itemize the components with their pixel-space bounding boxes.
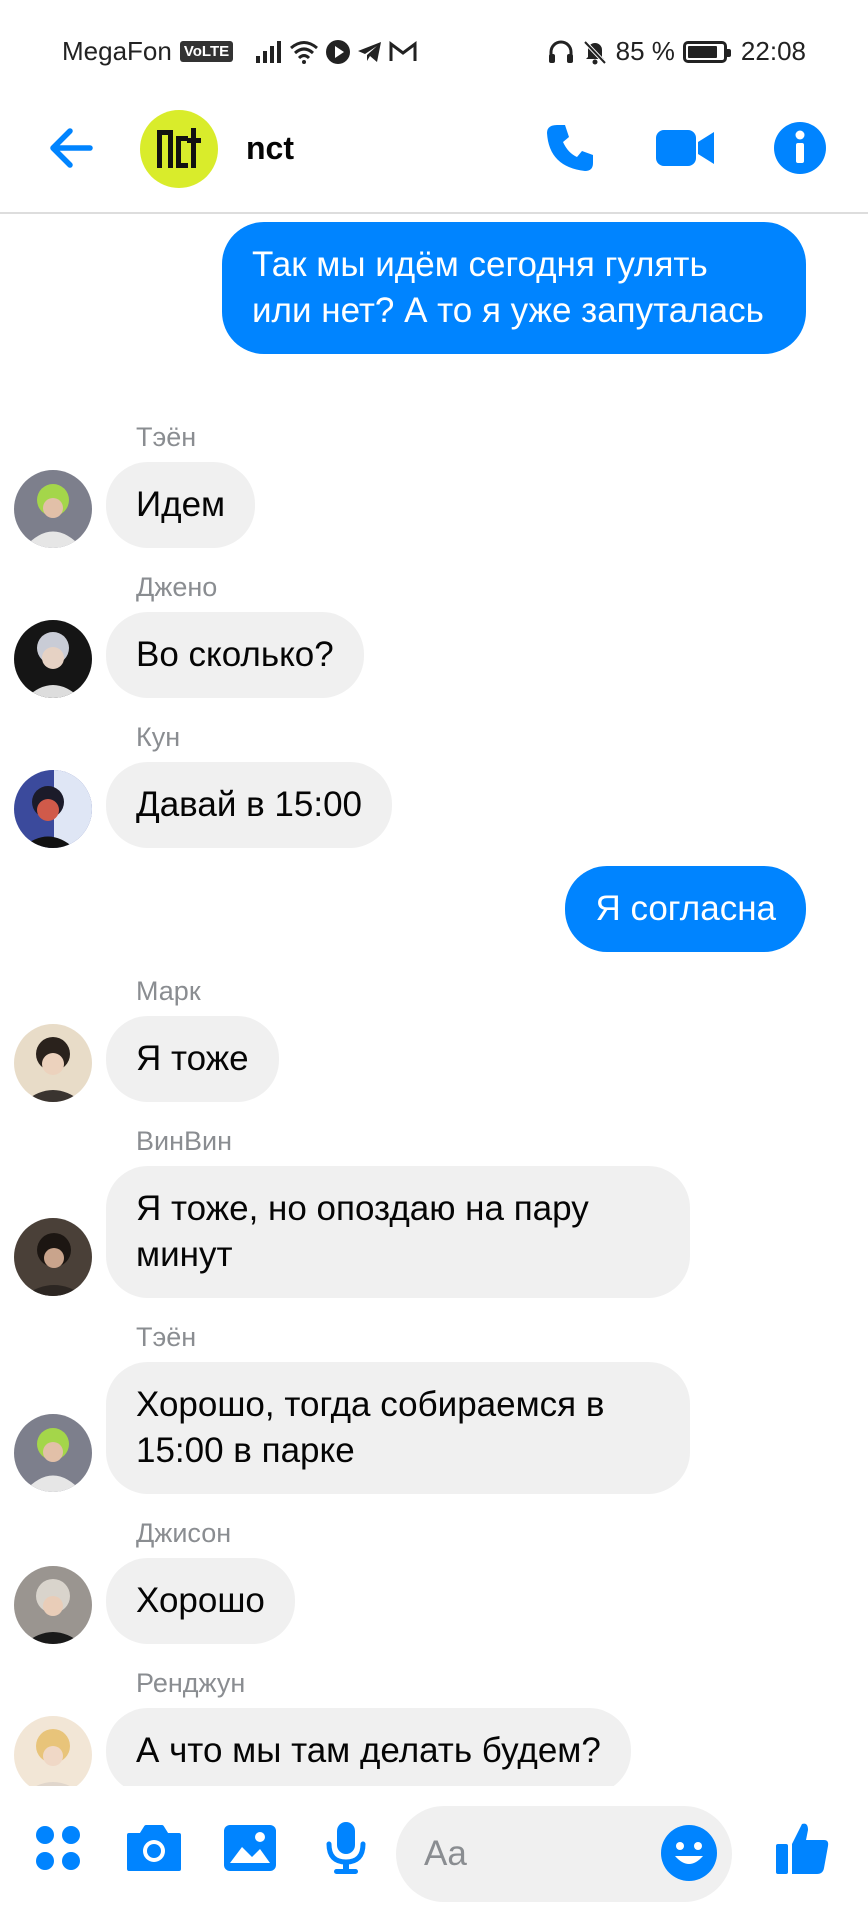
incoming-message[interactable]: Давай в 15:00 [106,762,393,848]
incoming-message[interactable]: Во сколько? [106,612,364,698]
avatar[interactable] [14,1218,92,1296]
play-icon [326,39,351,64]
microphone-icon [326,1822,366,1874]
volte-badge: VoLTE [179,41,234,62]
status-bar: MegaFon VoLTE 85 % 22:08 [0,0,868,100]
avatar[interactable] [14,470,92,548]
signal-icon [256,40,282,63]
composer-bar: Aa [0,1786,868,1920]
carrier-name: MegaFon [62,36,172,66]
headphones-icon [548,40,573,63]
info-button[interactable] [770,118,830,178]
message-list[interactable]: Так мы идём сегодня гулять или нет? А то… [0,214,868,1786]
avatar[interactable] [14,1024,92,1102]
sender-name: Джено [136,572,218,602]
battery-percent: 85 % [615,36,675,66]
like-button[interactable] [770,1816,834,1880]
sender-name: Марк [136,976,201,1006]
video-call-button[interactable] [656,118,716,178]
info-icon [774,122,826,174]
message-input-placeholder: Aa [424,1834,467,1873]
conversation-header: nct [0,100,868,214]
camera-icon [127,1825,181,1871]
phone-icon [547,125,593,171]
sender-name: Тэён [136,422,197,452]
avatar[interactable] [14,620,92,698]
camera-button[interactable] [122,1816,186,1880]
sender-name: ВинВин [136,1126,233,1156]
incoming-message[interactable]: Идем [106,462,256,548]
outgoing-message[interactable]: Я согласна [565,866,806,952]
clock: 22:08 [740,36,806,66]
bell-off-icon [583,40,607,64]
back-button[interactable] [44,120,100,176]
wifi-icon [290,40,319,64]
gallery-button[interactable] [218,1816,282,1880]
sender-name: Кун [136,722,181,752]
outgoing-message[interactable]: Так мы идём сегодня гулять или нет? А то… [222,222,806,354]
nct-logo-icon [157,128,201,168]
emoji-icon[interactable] [660,1824,718,1882]
sender-name: Тэён [136,1322,197,1352]
message-input[interactable]: Aa [396,1806,732,1902]
battery-icon [682,40,731,63]
thumbs-up-icon [776,1823,829,1874]
audio-call-button[interactable] [540,118,600,178]
incoming-message[interactable]: Хорошо, тогда собираемся в 15:00 в парке [106,1362,690,1494]
avatar[interactable] [14,1414,92,1492]
gallery-icon [224,1825,276,1871]
more-actions-button[interactable] [26,1816,90,1880]
group-avatar[interactable] [140,110,218,188]
conversation-title[interactable]: nct [246,130,294,167]
incoming-message[interactable]: Хорошо [106,1558,295,1644]
incoming-message[interactable]: Я тоже [106,1016,279,1102]
incoming-message[interactable]: А что мы там делать будем? [106,1708,631,1786]
avatar[interactable] [14,1566,92,1644]
sender-name: Джисон [136,1518,232,1548]
incoming-message[interactable]: Я тоже, но опоздаю на пару минут [106,1166,690,1298]
menu-dots-icon [36,1826,80,1870]
video-camera-icon [656,130,714,166]
avatar[interactable] [14,1716,92,1786]
avatar[interactable] [14,770,92,848]
voice-message-button[interactable] [314,1816,378,1880]
telegram-icon [358,41,382,62]
gmail-icon [389,40,417,61]
sender-name: Ренджун [136,1668,246,1698]
back-arrow-icon [50,128,93,168]
